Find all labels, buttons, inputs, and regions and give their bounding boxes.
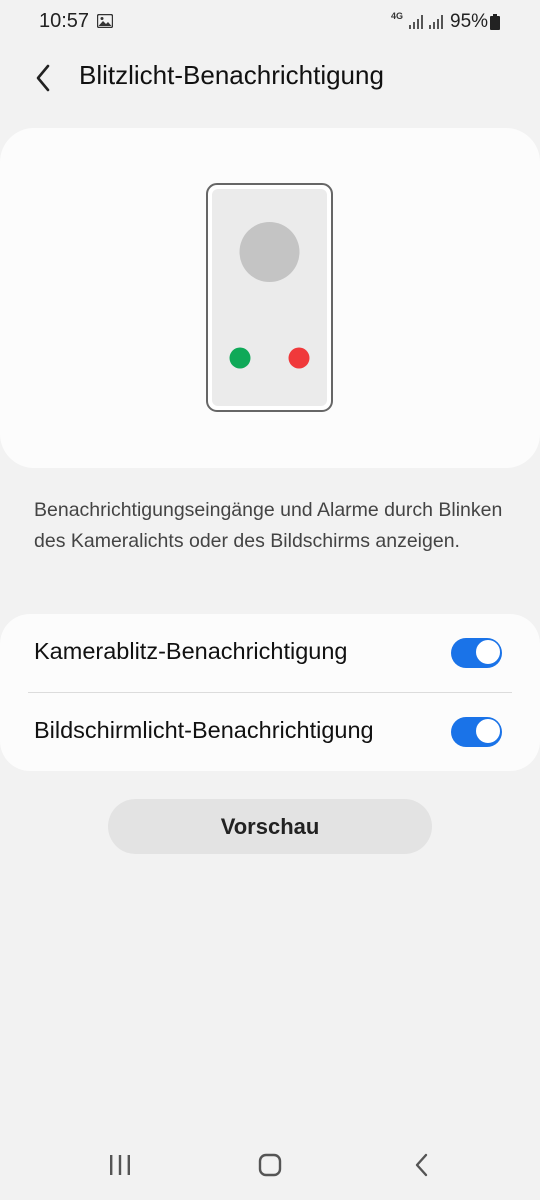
signal-icon bbox=[409, 15, 423, 29]
green-indicator-dot bbox=[229, 347, 251, 369]
recent-apps-icon[interactable] bbox=[104, 1150, 136, 1180]
battery-icon bbox=[490, 14, 500, 30]
description-text: Benachrichtigungseingänge und Alarme dur… bbox=[34, 499, 503, 552]
page-title: Blitzlicht-Benachrichtigung bbox=[79, 60, 384, 90]
camera-flash-toggle[interactable] bbox=[451, 638, 502, 668]
toggle-knob bbox=[475, 639, 501, 665]
preview-button[interactable]: Vorschau bbox=[108, 799, 432, 854]
gallery-icon bbox=[97, 14, 113, 28]
status-time: 10:57 bbox=[39, 10, 90, 32]
toggle-knob bbox=[475, 718, 501, 744]
illustration-card bbox=[0, 128, 540, 468]
phone-illustration bbox=[206, 183, 333, 412]
back-chevron-icon bbox=[36, 64, 50, 92]
setting-row-camera-flash[interactable]: Kamerablitz-Benachrichtigung bbox=[0, 614, 540, 692]
home-icon[interactable] bbox=[254, 1150, 286, 1180]
setting-row-screen-flash[interactable]: Bildschirmlicht-Benachrichtigung bbox=[0, 693, 540, 771]
navigation-bar bbox=[0, 1130, 540, 1200]
back-icon[interactable] bbox=[406, 1150, 438, 1180]
battery-percent: 95% bbox=[450, 11, 489, 32]
status-bar: 10:57 4G 95% bbox=[0, 0, 540, 46]
settings-card: Kamerablitz-Benachrichtigung Bildschirml… bbox=[0, 614, 540, 771]
screen-flash-toggle[interactable] bbox=[451, 717, 502, 747]
back-button[interactable] bbox=[30, 60, 60, 96]
setting-label-camera-flash: Kamerablitz-Benachrichtigung bbox=[34, 638, 348, 664]
red-indicator-dot bbox=[288, 347, 310, 369]
signal-icon bbox=[429, 15, 443, 29]
setting-label-screen-flash: Bildschirmlicht-Benachrichtigung bbox=[34, 717, 374, 743]
network-type-indicator: 4G bbox=[391, 11, 404, 21]
